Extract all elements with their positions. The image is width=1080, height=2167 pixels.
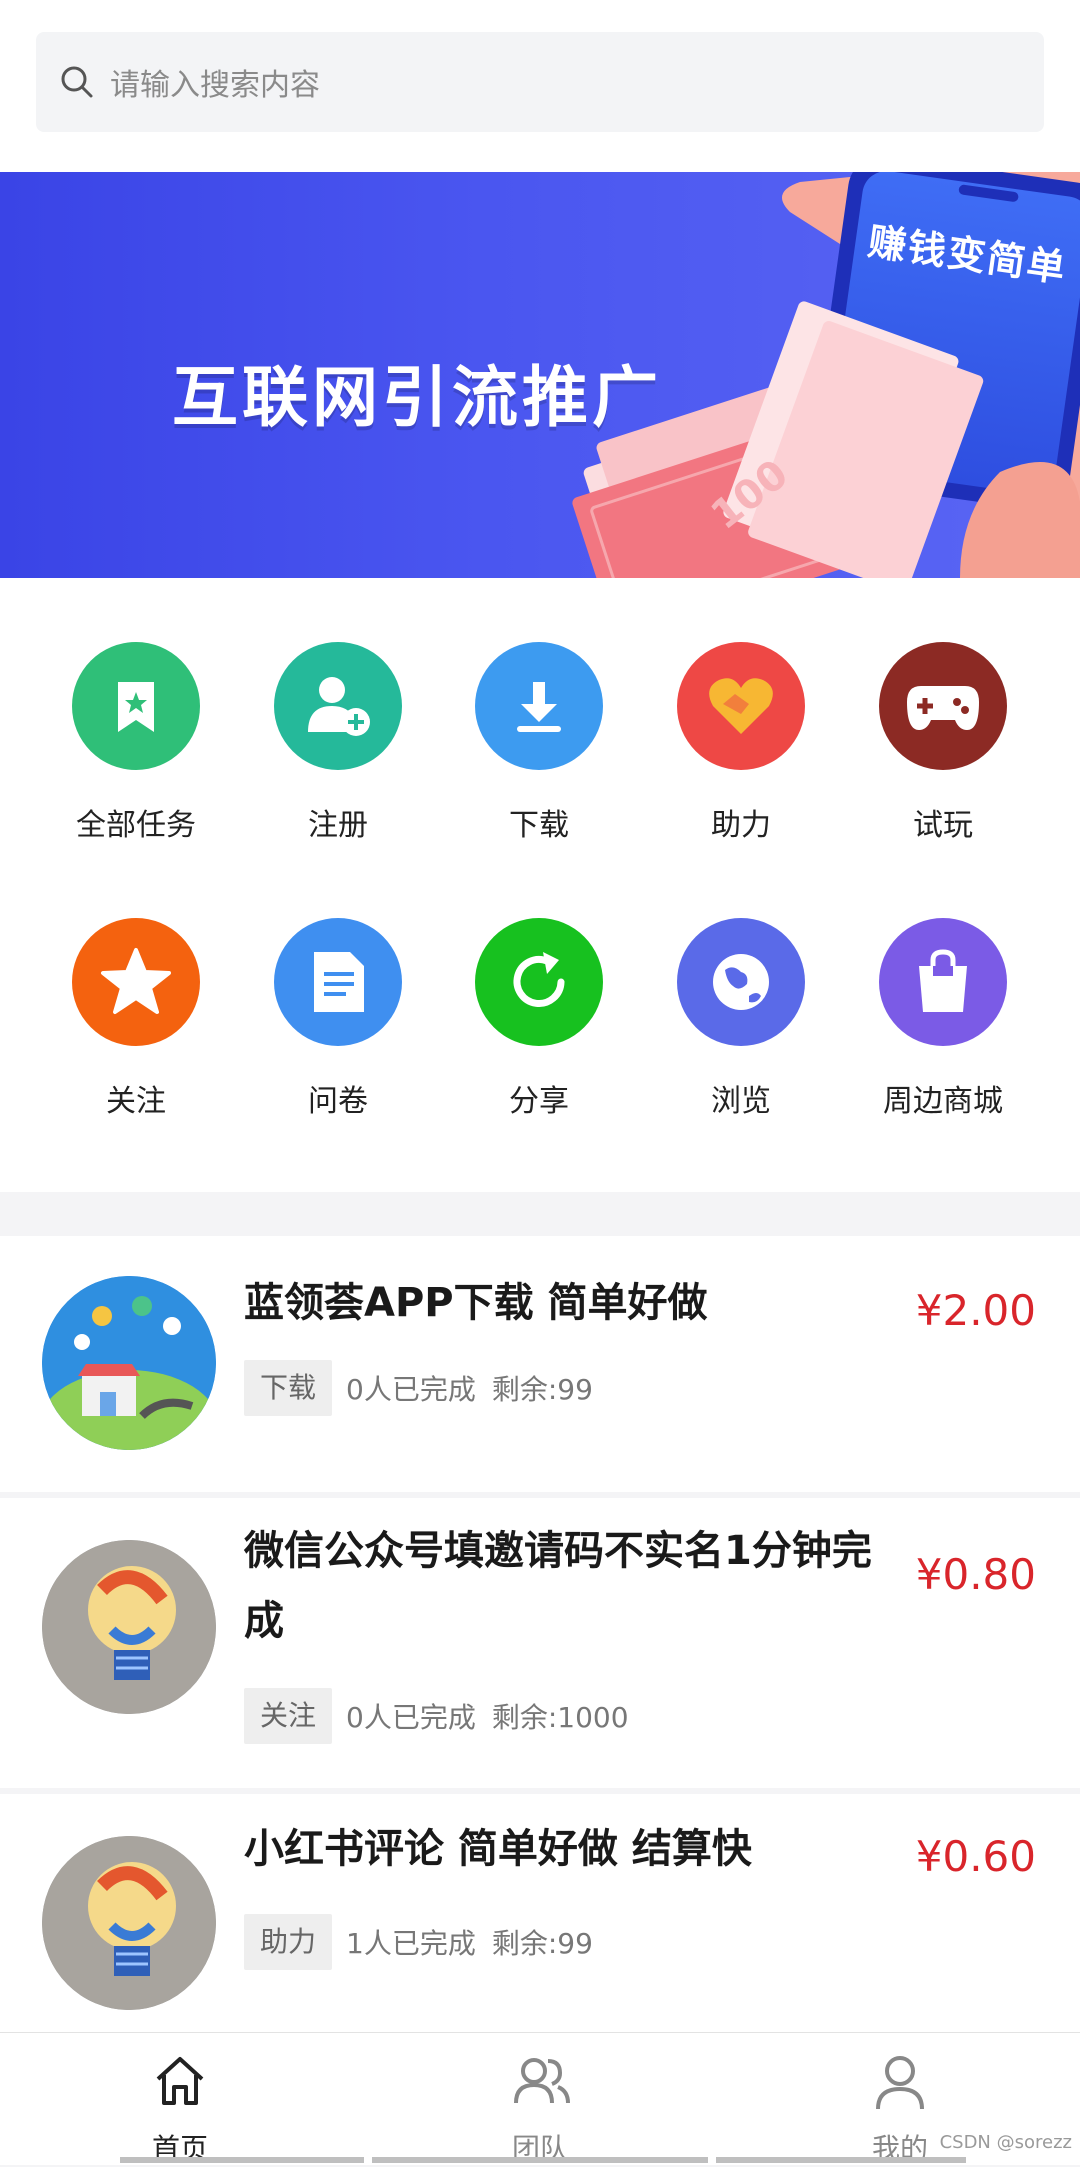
search-header: 请输入搜索内容 [0,0,1080,172]
search-input[interactable]: 请输入搜索内容 [36,32,1044,132]
task-title: 蓝领荟APP下载 简单好做 [244,1280,708,1326]
category-register[interactable]: 注册 [238,642,438,862]
category-grid: 全部任务 注册 下载 助力 试玩 关注 问卷 分享 浏览 周边商城 [0,578,1080,1192]
handshake-heart-icon [677,642,805,770]
lightbulb-avatar [42,1540,216,1714]
search-icon [61,66,93,98]
category-merch-store[interactable]: 周边商城 [843,918,1043,1138]
search-placeholder: 请输入搜索内容 [110,68,320,103]
task-tag: 助力 [244,1914,333,1970]
profile-icon [876,2056,924,2110]
task-meta: 下载 0人已完成 剩余:99 [244,1360,593,1416]
banner-title: 互联网引流推广 [172,359,662,436]
tab-indicator [120,2157,364,2163]
category-label: 助力 [711,808,771,843]
share-refresh-icon [475,918,603,1046]
user-add-icon [274,642,402,770]
category-label: 关注 [106,1084,166,1119]
category-download[interactable]: 下载 [439,642,639,862]
promo-banner[interactable]: 互联网引流推广 赚钱变简单 100 [0,172,1080,578]
watermark: CSDN @sorezz [939,2132,1072,2153]
category-follow[interactable]: 关注 [36,918,236,1138]
bottom-tab-bar: 首页 团队 我的 [0,2032,1080,2165]
category-survey[interactable]: 问卷 [238,918,438,1138]
task-card[interactable]: 小红书评论 简单好做 结算快 ¥0.60 助力 1人已完成 剩余:99 [0,1794,1080,2032]
task-remaining: 剩余:1000 [491,1701,629,1734]
task-title: 微信公众号填邀请码不实名1分钟完成 [244,1528,872,1644]
category-assist[interactable]: 助力 [641,642,841,862]
task-title: 小红书评论 简单好做 结算快 [244,1826,752,1872]
task-remaining: 剩余:99 [491,1373,593,1406]
task-card[interactable]: 蓝领荟APP下载 简单好做 ¥2.00 下载 0人已完成 剩余:99 [0,1236,1080,1492]
download-icon [475,642,603,770]
task-tag: 关注 [244,1688,333,1744]
category-browse[interactable]: 浏览 [641,918,841,1138]
gamepad-icon [879,642,1007,770]
task-completed: 0人已完成 [346,1701,476,1734]
document-icon [274,918,402,1046]
category-share[interactable]: 分享 [439,918,639,1138]
task-price: ¥2.00 [915,1286,1036,1335]
task-price: ¥0.60 [915,1832,1036,1881]
category-all-tasks[interactable]: 全部任务 [36,642,236,862]
app-illustration-avatar [42,1276,216,1450]
category-label: 全部任务 [76,808,196,843]
category-label: 问卷 [308,1084,368,1119]
category-label: 周边商城 [883,1084,1003,1119]
task-meta: 关注 0人已完成 剩余:1000 [244,1688,629,1744]
shopping-bag-icon [879,918,1007,1046]
category-label: 下载 [509,808,569,843]
team-icon [514,2058,570,2104]
category-label: 试玩 [913,808,973,843]
task-completed: 1人已完成 [346,1927,476,1960]
tab-indicator [716,2157,966,2163]
tab-team[interactable]: 团队 [360,2033,720,2165]
tab-indicator [372,2157,708,2163]
lightbulb-avatar [42,1836,216,2010]
task-price: ¥0.80 [915,1550,1036,1599]
category-label: 分享 [509,1084,569,1119]
category-label: 浏览 [711,1084,771,1119]
tab-home[interactable]: 首页 [0,2033,360,2165]
category-trial-play[interactable]: 试玩 [843,642,1043,862]
bookmark-star-icon [72,642,200,770]
task-completed: 0人已完成 [346,1373,476,1406]
home-icon [156,2057,204,2105]
task-card[interactable]: 微信公众号填邀请码不实名1分钟完成 ¥0.80 关注 0人已完成 剩余:1000 [0,1498,1080,1788]
task-remaining: 剩余:99 [491,1927,593,1960]
category-label: 注册 [308,808,368,843]
globe-icon [677,918,805,1046]
task-tag: 下载 [244,1360,333,1416]
star-icon [72,918,200,1046]
task-meta: 助力 1人已完成 剩余:99 [244,1914,593,1970]
